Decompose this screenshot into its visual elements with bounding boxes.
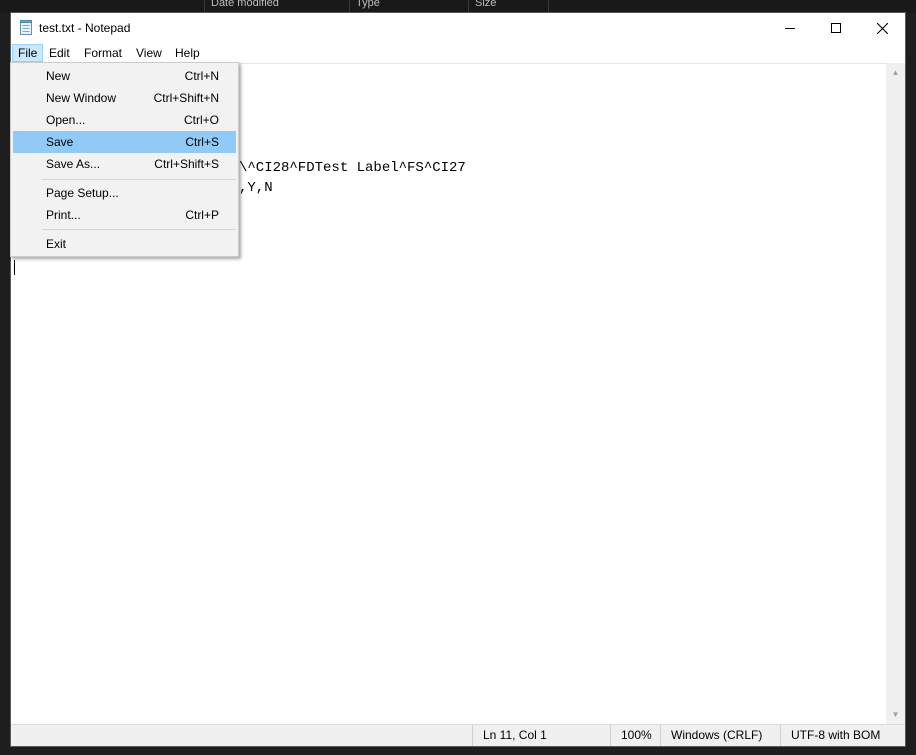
minimize-icon (785, 28, 795, 29)
vertical-scrollbar[interactable]: ▲ ▼ (886, 63, 905, 724)
status-line-ending: Windows (CRLF) (660, 725, 780, 746)
menu-item-label: New (46, 69, 71, 83)
status-encoding: UTF-8 with BOM (780, 725, 905, 746)
text-caret (14, 260, 15, 275)
menu-separator (42, 179, 236, 180)
menu-file[interactable]: File (12, 44, 44, 62)
menu-item-label: Open... (46, 113, 86, 127)
menu-item-new[interactable]: New Ctrl+N (13, 65, 236, 87)
menu-item-label: Print... (46, 208, 81, 222)
menu-item-shortcut: Ctrl+N (184, 69, 219, 83)
close-button[interactable] (859, 13, 905, 43)
menu-item-save[interactable]: Save Ctrl+S (13, 131, 236, 153)
close-icon (876, 22, 888, 34)
scroll-up-icon[interactable]: ▲ (886, 64, 905, 81)
menu-item-label: Page Setup... (46, 186, 119, 200)
minimize-button[interactable] (767, 13, 813, 43)
title-bar[interactable]: test.txt - Notepad (11, 13, 905, 43)
menu-item-exit[interactable]: Exit (13, 233, 236, 255)
menu-item-open[interactable]: Open... Ctrl+O (13, 109, 236, 131)
maximize-button[interactable] (813, 13, 859, 43)
menu-item-label: New Window (46, 91, 117, 105)
menu-separator (42, 229, 236, 230)
menu-format[interactable]: Format (79, 44, 127, 62)
menu-item-label: Save (46, 135, 74, 149)
editor-line: ,Y,N (239, 180, 273, 196)
maximize-icon (831, 23, 841, 33)
menu-item-label: Save As... (46, 157, 101, 171)
file-menu-dropdown: New Ctrl+N New Window Ctrl+Shift+N Open.… (10, 62, 239, 257)
status-cursor-position: Ln 11, Col 1 (472, 725, 610, 746)
menu-bar: File Edit Format View Help (11, 43, 905, 63)
menu-item-shortcut: Ctrl+P (185, 208, 219, 222)
menu-item-new-window[interactable]: New Window Ctrl+Shift+N (13, 87, 236, 109)
menu-edit[interactable]: Edit (44, 44, 75, 62)
menu-item-shortcut: Ctrl+Shift+N (153, 91, 219, 105)
status-zoom: 100% (610, 725, 660, 746)
menu-item-page-setup[interactable]: Page Setup... (13, 182, 236, 204)
menu-item-shortcut: Ctrl+Shift+S (154, 157, 219, 171)
menu-item-save-as[interactable]: Save As... Ctrl+Shift+S (13, 153, 236, 175)
notepad-icon (20, 20, 33, 35)
editor-line: \^CI28^FDTest Label^FS^CI27 (239, 160, 466, 176)
scroll-down-icon[interactable]: ▼ (886, 706, 905, 723)
menu-item-print[interactable]: Print... Ctrl+P (13, 204, 236, 226)
menu-help[interactable]: Help (170, 44, 205, 62)
menu-view[interactable]: View (131, 44, 167, 62)
menu-item-shortcut: Ctrl+S (185, 135, 219, 149)
status-bar: Ln 11, Col 1 100% Windows (CRLF) UTF-8 w… (11, 724, 905, 746)
menu-item-label: Exit (46, 237, 67, 251)
menu-item-shortcut: Ctrl+O (183, 113, 219, 127)
window-title: test.txt - Notepad (39, 21, 131, 35)
